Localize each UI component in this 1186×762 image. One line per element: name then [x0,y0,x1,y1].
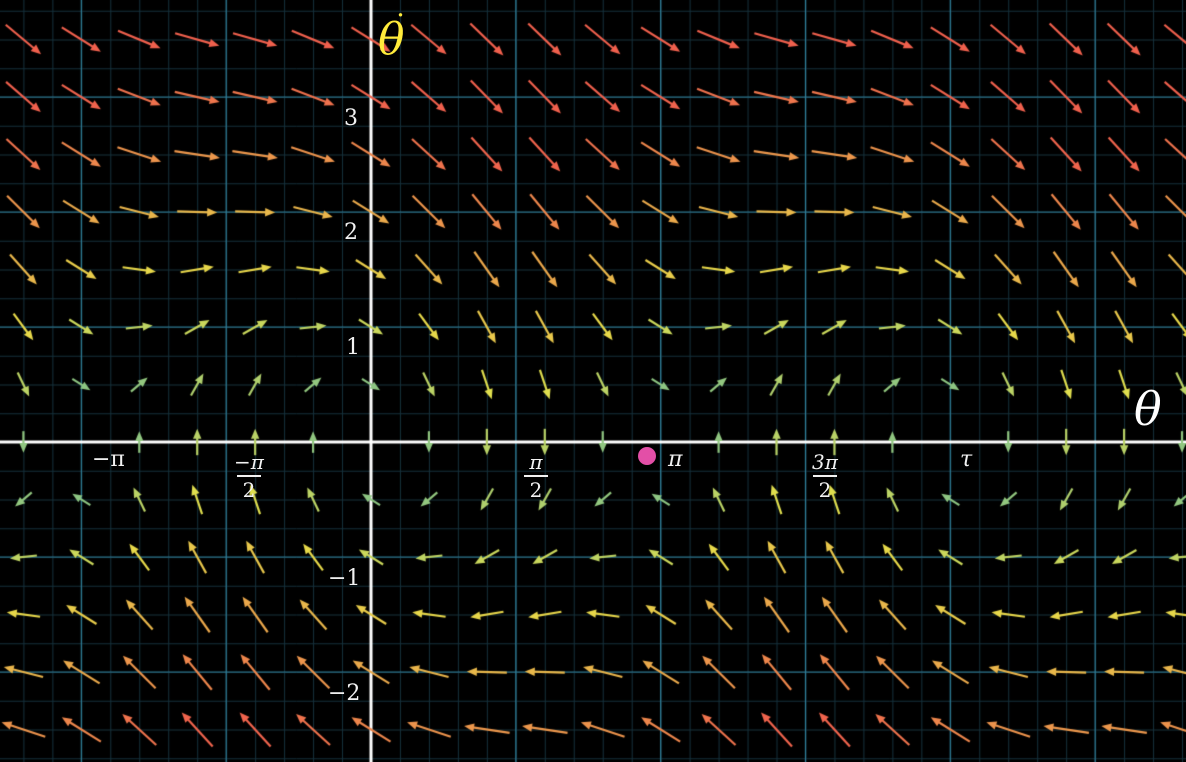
y-tick-neg-2: −2 [328,681,361,706]
vector-field-canvas [0,0,1186,762]
x-tick-three-pi-half-den: 2 [818,477,832,502]
x-tick-pi-half: π 2 [524,452,548,500]
y-tick-1: 1 [346,335,360,360]
x-tick-pi-half-den: 2 [529,477,543,502]
y-axis-label: θ ˙ [378,12,408,62]
fraction-bar [236,475,261,477]
state-point [638,447,656,465]
x-tick-pi-half-num: π [529,450,543,474]
x-tick-pi: π [668,447,683,472]
fraction-bar [524,475,548,477]
x-tick-three-pi-half: 3π 2 [812,452,838,500]
x-tick-tau: τ [960,447,973,472]
x-axis-label: θ [1134,382,1162,436]
y-axis-label-dot: ˙ [393,9,408,44]
x-tick-neg-pi-half-num: −π [234,450,264,474]
fraction-bar [812,475,837,477]
x-tick-neg-pi-half: −π 2 [234,452,264,500]
y-tick-2: 2 [344,220,358,245]
x-tick-three-pi-half-num: 3π [812,450,838,474]
y-tick-neg-1: −1 [328,566,361,591]
y-tick-3: 3 [344,106,358,131]
x-tick-neg-pi: −π [92,447,125,472]
x-tick-neg-pi-half-den: 2 [242,477,256,502]
